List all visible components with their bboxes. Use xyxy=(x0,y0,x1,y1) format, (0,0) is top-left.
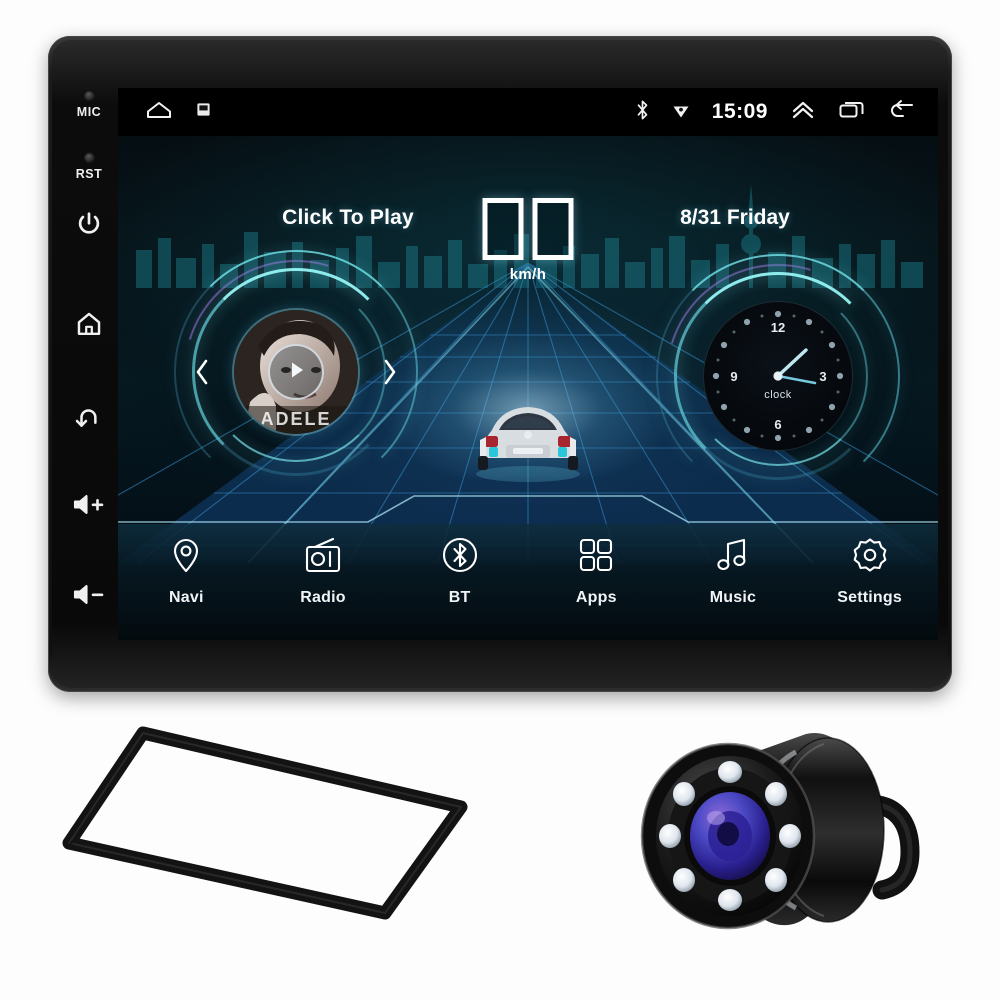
radio-icon xyxy=(303,536,343,579)
reset-label: RST xyxy=(75,167,103,181)
bluetooth-status-icon xyxy=(635,99,650,126)
dock-item-music[interactable]: Music xyxy=(677,536,789,607)
apps-grid-icon xyxy=(577,536,615,579)
svg-text:9: 9 xyxy=(730,369,737,384)
speed-unit-label: km/h xyxy=(509,266,547,283)
speedometer-widget: km/h xyxy=(482,198,574,283)
analog-clock-face[interactable]: 12 3 6 9 clock xyxy=(703,301,853,451)
home-icon xyxy=(75,310,103,338)
car-graphic xyxy=(476,407,580,482)
dock-label-settings: Settings xyxy=(837,589,902,606)
mic-port: MIC xyxy=(58,90,120,119)
home-button[interactable] xyxy=(58,310,120,338)
dock-label-navi: Navi xyxy=(169,589,204,606)
dock-item-bt[interactable]: BT xyxy=(404,536,516,607)
svg-text:3: 3 xyxy=(819,369,826,384)
recents-icon[interactable] xyxy=(838,99,866,126)
svg-text:12: 12 xyxy=(771,320,785,335)
volume-down-button[interactable] xyxy=(58,582,120,608)
location-pin-icon xyxy=(168,536,204,579)
clock-ring-widget[interactable]: 12 3 6 9 clock xyxy=(626,224,930,528)
wifi-signal-icon xyxy=(672,101,690,124)
gear-icon xyxy=(851,536,889,579)
bluetooth-icon xyxy=(441,536,479,579)
clock-widget-label: clock xyxy=(764,389,792,401)
volume-down-icon xyxy=(72,582,106,608)
hardware-controls: MIC RST xyxy=(58,52,120,652)
music-note-icon xyxy=(714,536,752,579)
dock-label-apps: Apps xyxy=(575,589,617,606)
volume-up-icon xyxy=(72,492,106,518)
touchscreen[interactable]: 15:09 Click To Play 8/31 Friday km/h ADE… xyxy=(118,88,938,640)
speed-digit-tens xyxy=(482,198,524,260)
reset-hole-icon[interactable] xyxy=(83,152,95,163)
dock-item-radio[interactable]: Radio xyxy=(267,536,379,607)
dock-item-apps[interactable]: Apps xyxy=(540,536,652,607)
dash-frame-graphic xyxy=(62,726,468,920)
speed-digits xyxy=(482,198,574,260)
product-image: MIC RST 15:09 Click To Play 8/31 Friday … xyxy=(0,0,1000,1000)
date-label: 8/31 Friday xyxy=(680,206,790,229)
home-nav-icon[interactable] xyxy=(144,99,174,126)
app-dock: Navi Radio BT Apps Music Settings xyxy=(118,524,938,640)
power-icon xyxy=(75,210,103,238)
play-button[interactable] xyxy=(268,344,324,400)
volume-up-button[interactable] xyxy=(58,492,120,518)
play-icon xyxy=(283,357,309,388)
back-button[interactable] xyxy=(58,404,120,432)
back-nav-icon[interactable] xyxy=(888,99,916,126)
dock-item-navi[interactable]: Navi xyxy=(130,536,242,607)
dock-label-bt: BT xyxy=(448,589,471,606)
screenshot-icon[interactable] xyxy=(196,102,211,122)
dash-mounting-frame xyxy=(55,715,475,930)
dock-separator xyxy=(118,495,938,523)
dock-label-radio: Radio xyxy=(300,589,346,606)
dock-label-music: Music xyxy=(709,589,757,606)
backup-camera xyxy=(610,700,930,965)
album-artist-name: ADELE xyxy=(260,409,332,429)
android-status-bar: 15:09 xyxy=(118,88,938,136)
click-to-play-label[interactable]: Click To Play xyxy=(238,206,458,230)
music-ring-widget[interactable]: ADELE xyxy=(144,220,448,524)
car-stereo-device: MIC RST 15:09 Click To Play 8/31 Friday … xyxy=(48,36,952,692)
backup-camera-graphic xyxy=(640,733,920,930)
reset-port[interactable]: RST xyxy=(58,152,120,181)
back-arrow-icon xyxy=(74,404,104,432)
next-track-button[interactable] xyxy=(380,356,400,388)
speed-digit-ones xyxy=(532,198,574,260)
svg-text:6: 6 xyxy=(774,417,781,432)
status-bar-clock: 15:09 xyxy=(711,100,768,123)
power-button[interactable] xyxy=(58,210,120,238)
mic-label: MIC xyxy=(76,105,102,119)
dock-item-settings[interactable]: Settings xyxy=(814,536,926,607)
chevron-up-icon[interactable] xyxy=(790,99,816,126)
analog-clock-graphic: 12 3 6 9 xyxy=(712,310,844,442)
previous-track-button[interactable] xyxy=(192,356,212,388)
mic-hole-icon xyxy=(83,90,95,101)
